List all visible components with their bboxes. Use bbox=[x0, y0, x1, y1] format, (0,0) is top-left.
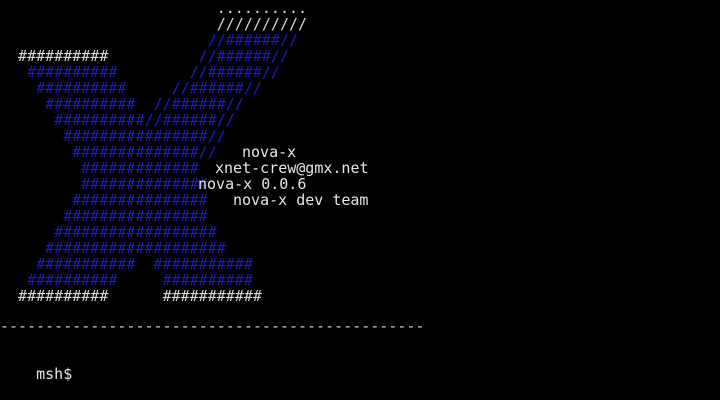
logo-line: ############# bbox=[0, 160, 198, 176]
logo-line: ############## bbox=[0, 176, 207, 192]
logo-line: ########## //######// bbox=[0, 80, 262, 96]
terminal-screen[interactable]: .......... ////////// //######// #######… bbox=[0, 0, 720, 400]
logo-line: //######// bbox=[0, 32, 298, 48]
logo-line: ##############// bbox=[0, 144, 217, 160]
logo-line: ########## //######// bbox=[0, 64, 280, 80]
logo-line: ////////// bbox=[0, 16, 307, 32]
cursor bbox=[72, 367, 80, 382]
logo-line: ########## //######// bbox=[0, 96, 244, 112]
prompt-text: msh$ bbox=[36, 365, 73, 383]
logo-line: ##########//######// bbox=[0, 112, 235, 128]
logo-line: ########## //######// bbox=[0, 48, 289, 64]
logo-segment: ########### bbox=[162, 287, 262, 305]
logo-line: ########## ########## bbox=[0, 272, 253, 288]
logo-line: #################### bbox=[0, 240, 226, 256]
logo-segment bbox=[108, 287, 162, 305]
logo-line: ################// bbox=[0, 128, 226, 144]
info-name: nova-x bbox=[242, 143, 297, 161]
info-email: xnet-crew@gmx.net bbox=[215, 159, 369, 177]
logo-line: ############### bbox=[0, 192, 207, 208]
logo-line: ################ bbox=[0, 208, 208, 224]
separator-line: ----------------------------------------… bbox=[0, 317, 425, 335]
info-version: nova-x 0.0.6 bbox=[198, 175, 307, 193]
info-team: nova-x dev team bbox=[233, 191, 369, 209]
logo-line: ################## bbox=[0, 224, 217, 240]
logo-line: ########## ########### bbox=[0, 288, 262, 304]
logo-segment: ########## bbox=[0, 287, 109, 305]
shell-prompt[interactable]: msh$ bbox=[0, 350, 80, 398]
logo-line: ########### ########### bbox=[0, 256, 253, 272]
logo-line: .......... bbox=[0, 0, 307, 16]
